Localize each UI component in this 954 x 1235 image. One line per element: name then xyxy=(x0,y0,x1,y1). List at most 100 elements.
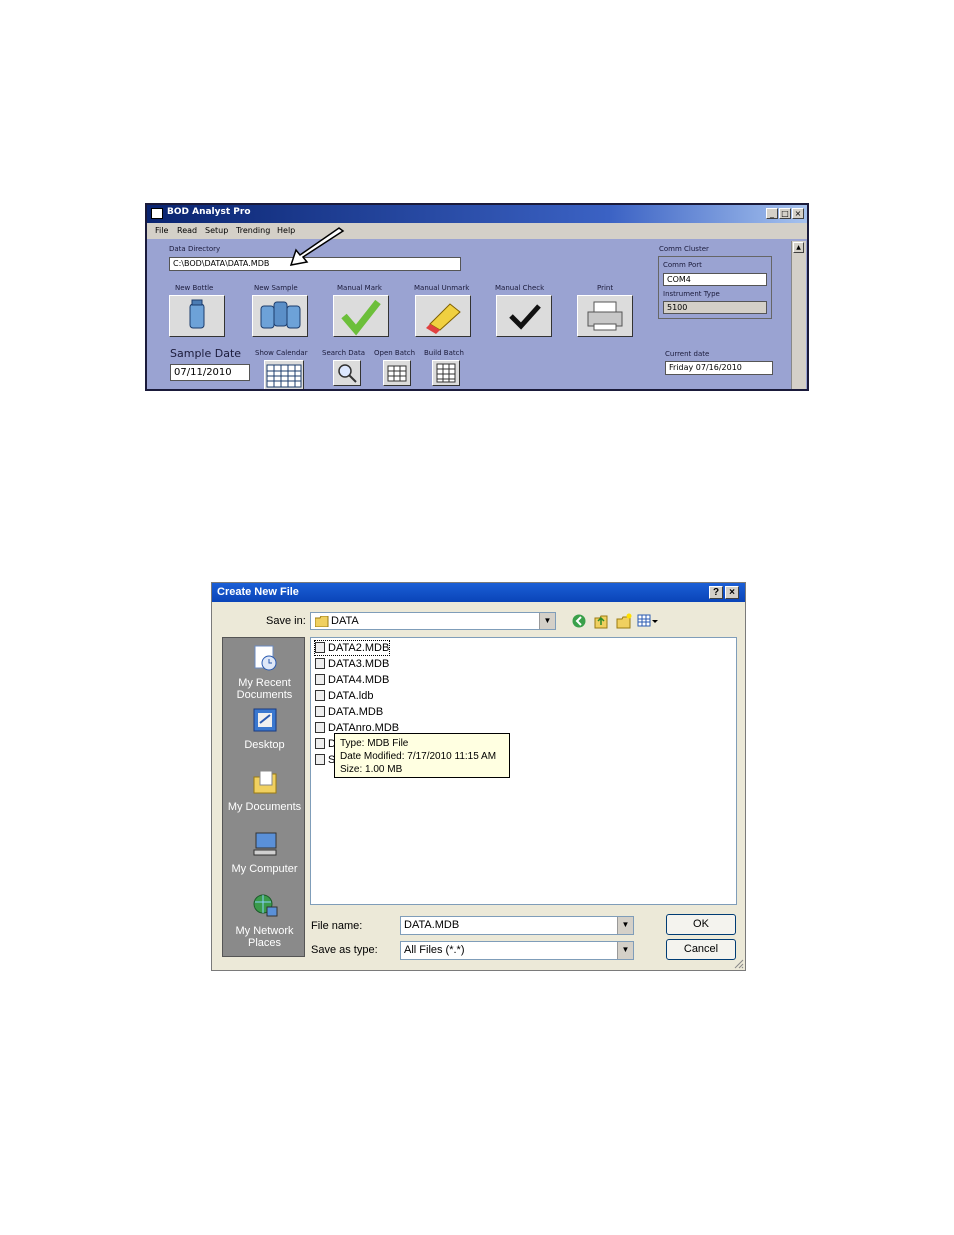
save-in-dropdown-icon[interactable]: ▼ xyxy=(539,613,555,629)
place-my-documents[interactable]: My Documents xyxy=(223,768,306,813)
manual-mark-label: Manual Mark xyxy=(337,284,382,292)
file-tooltip: Type: MDB File Date Modified: 7/17/2010 … xyxy=(334,733,510,778)
ok-button[interactable]: OK xyxy=(666,914,736,935)
save-as-type-label: Save as type: xyxy=(311,944,378,956)
manual-unmark-label: Manual Unmark xyxy=(414,284,470,292)
search-data-button[interactable] xyxy=(333,360,361,386)
menu-trending[interactable]: Trending xyxy=(236,226,270,235)
print-label: Print xyxy=(597,284,614,292)
manual-check-button[interactable] xyxy=(496,295,552,337)
file-name-value: DATA.MDB xyxy=(404,919,460,931)
help-button[interactable]: ? xyxy=(709,586,723,599)
dialog-title: Create New File xyxy=(217,586,299,598)
eraser-icon xyxy=(426,303,461,334)
menu-read[interactable]: Read xyxy=(177,226,197,235)
show-calendar-label: Show Calendar xyxy=(255,349,308,357)
list-item[interactable]: DATA.ldb xyxy=(315,689,373,703)
list-item[interactable]: DATA2.MDB xyxy=(313,640,391,656)
comm-port-value: COM4 xyxy=(667,275,691,284)
calendar-icon xyxy=(266,364,302,388)
file-name: DATA.MDB xyxy=(328,706,384,718)
place-my-network-places[interactable]: My Network Places xyxy=(223,892,306,949)
save-in-value: DATA xyxy=(331,615,359,627)
file-name-dropdown-icon[interactable]: ▼ xyxy=(617,917,633,934)
manual-mark-button[interactable] xyxy=(333,295,389,337)
close-button[interactable]: × xyxy=(792,208,804,219)
folder-icon xyxy=(315,616,329,627)
current-date-label: Current date xyxy=(665,350,710,358)
my-documents-icon xyxy=(253,770,276,794)
comm-port-field[interactable]: COM4 xyxy=(663,273,767,286)
file-name: DATA3.MDB xyxy=(328,658,390,670)
show-calendar-button[interactable] xyxy=(264,360,304,389)
place-my-recent-documents[interactable]: My Recent Documents xyxy=(223,644,306,701)
tooltip-size: Size: 1.00 MB xyxy=(340,764,403,775)
file-icon xyxy=(315,738,325,749)
printer-icon xyxy=(587,301,623,331)
manual-unmark-button[interactable] xyxy=(415,295,471,337)
place-label: My Computer xyxy=(231,863,298,875)
places-bar: My Recent Documents Desktop My Documents… xyxy=(222,637,305,957)
black-check-icon xyxy=(509,304,541,330)
tooltip-type: Type: MDB File xyxy=(340,738,409,749)
file-icon xyxy=(315,674,325,685)
place-desktop[interactable]: Desktop xyxy=(223,706,306,751)
place-my-computer[interactable]: My Computer xyxy=(223,830,306,875)
build-batch-button[interactable] xyxy=(432,360,460,386)
print-button[interactable] xyxy=(577,295,633,337)
file-name-input[interactable]: DATA.MDB ▼ xyxy=(400,916,634,935)
view-menu-icon[interactable] xyxy=(637,614,659,628)
list-item[interactable]: D xyxy=(315,737,336,751)
back-icon[interactable] xyxy=(572,614,586,628)
grid-icon xyxy=(436,363,456,383)
data-directory-value: C:\BOD\DATA\DATA.MDB xyxy=(173,259,270,268)
file-icon xyxy=(315,690,325,701)
desktop-icon xyxy=(253,708,276,732)
magnifier-icon xyxy=(338,364,357,383)
cancel-button[interactable]: Cancel xyxy=(666,939,736,960)
sample-date-field[interactable]: 07/11/2010 xyxy=(170,364,250,381)
dialog-close-button[interactable]: × xyxy=(725,586,739,599)
up-folder-icon[interactable] xyxy=(594,613,608,629)
maximize-button[interactable]: □ xyxy=(779,208,791,219)
new-folder-icon[interactable] xyxy=(616,613,632,629)
network-places-icon xyxy=(253,894,277,917)
menu-setup[interactable]: Setup xyxy=(205,226,228,235)
create-new-file-dialog: Create New File ? × Save in: DATA ▼ My R… xyxy=(211,582,746,971)
file-name: DATA4.MDB xyxy=(328,674,390,686)
save-as-type-value: All Files (*.*) xyxy=(404,944,465,956)
list-item[interactable]: DATA3.MDB xyxy=(315,657,389,671)
list-item[interactable]: S xyxy=(315,753,335,767)
bod-analyst-window: BOD Analyst Pro _ □ × File Read Setup Tr… xyxy=(145,203,809,391)
dialog-title-bar: Create New File ? × xyxy=(212,583,745,602)
sample-date-label: Sample Date xyxy=(170,347,242,360)
menu-bar: File Read Setup Trending Help xyxy=(147,223,807,239)
save-in-combo[interactable]: DATA ▼ xyxy=(310,612,556,630)
current-date-value: Friday 07/16/2010 xyxy=(669,363,742,372)
arrow-pointer-icon xyxy=(289,227,345,266)
bod-title-bar: BOD Analyst Pro _ □ × xyxy=(147,205,807,223)
new-bottle-button[interactable] xyxy=(169,295,225,337)
minimize-button[interactable]: _ xyxy=(766,208,778,219)
bottles-icon xyxy=(260,301,301,329)
save-as-type-select[interactable]: All Files (*.*) ▼ xyxy=(400,941,634,960)
open-batch-icon xyxy=(387,365,407,382)
list-item[interactable]: DATA.MDB xyxy=(315,705,383,719)
menu-file[interactable]: File xyxy=(155,226,168,235)
instrument-type-field: 5100 xyxy=(663,301,767,314)
build-batch-label: Build Batch xyxy=(424,349,464,357)
recent-documents-icon xyxy=(254,645,276,671)
open-batch-label: Open Batch xyxy=(374,349,416,357)
new-sample-button[interactable] xyxy=(252,295,308,337)
list-item[interactable]: DATA4.MDB xyxy=(315,673,389,687)
place-label: My Network Places xyxy=(235,925,294,949)
file-icon xyxy=(315,754,325,765)
open-batch-button[interactable] xyxy=(383,360,411,386)
vertical-scrollbar[interactable]: ▲ xyxy=(791,241,806,389)
save-as-type-dropdown-icon[interactable]: ▼ xyxy=(617,942,633,959)
resize-grip-icon[interactable] xyxy=(732,957,744,969)
file-name: DATA.ldb xyxy=(328,690,374,702)
comm-port-label: Comm Port xyxy=(663,261,702,269)
file-icon xyxy=(315,722,325,733)
scroll-up-icon[interactable]: ▲ xyxy=(793,242,804,253)
